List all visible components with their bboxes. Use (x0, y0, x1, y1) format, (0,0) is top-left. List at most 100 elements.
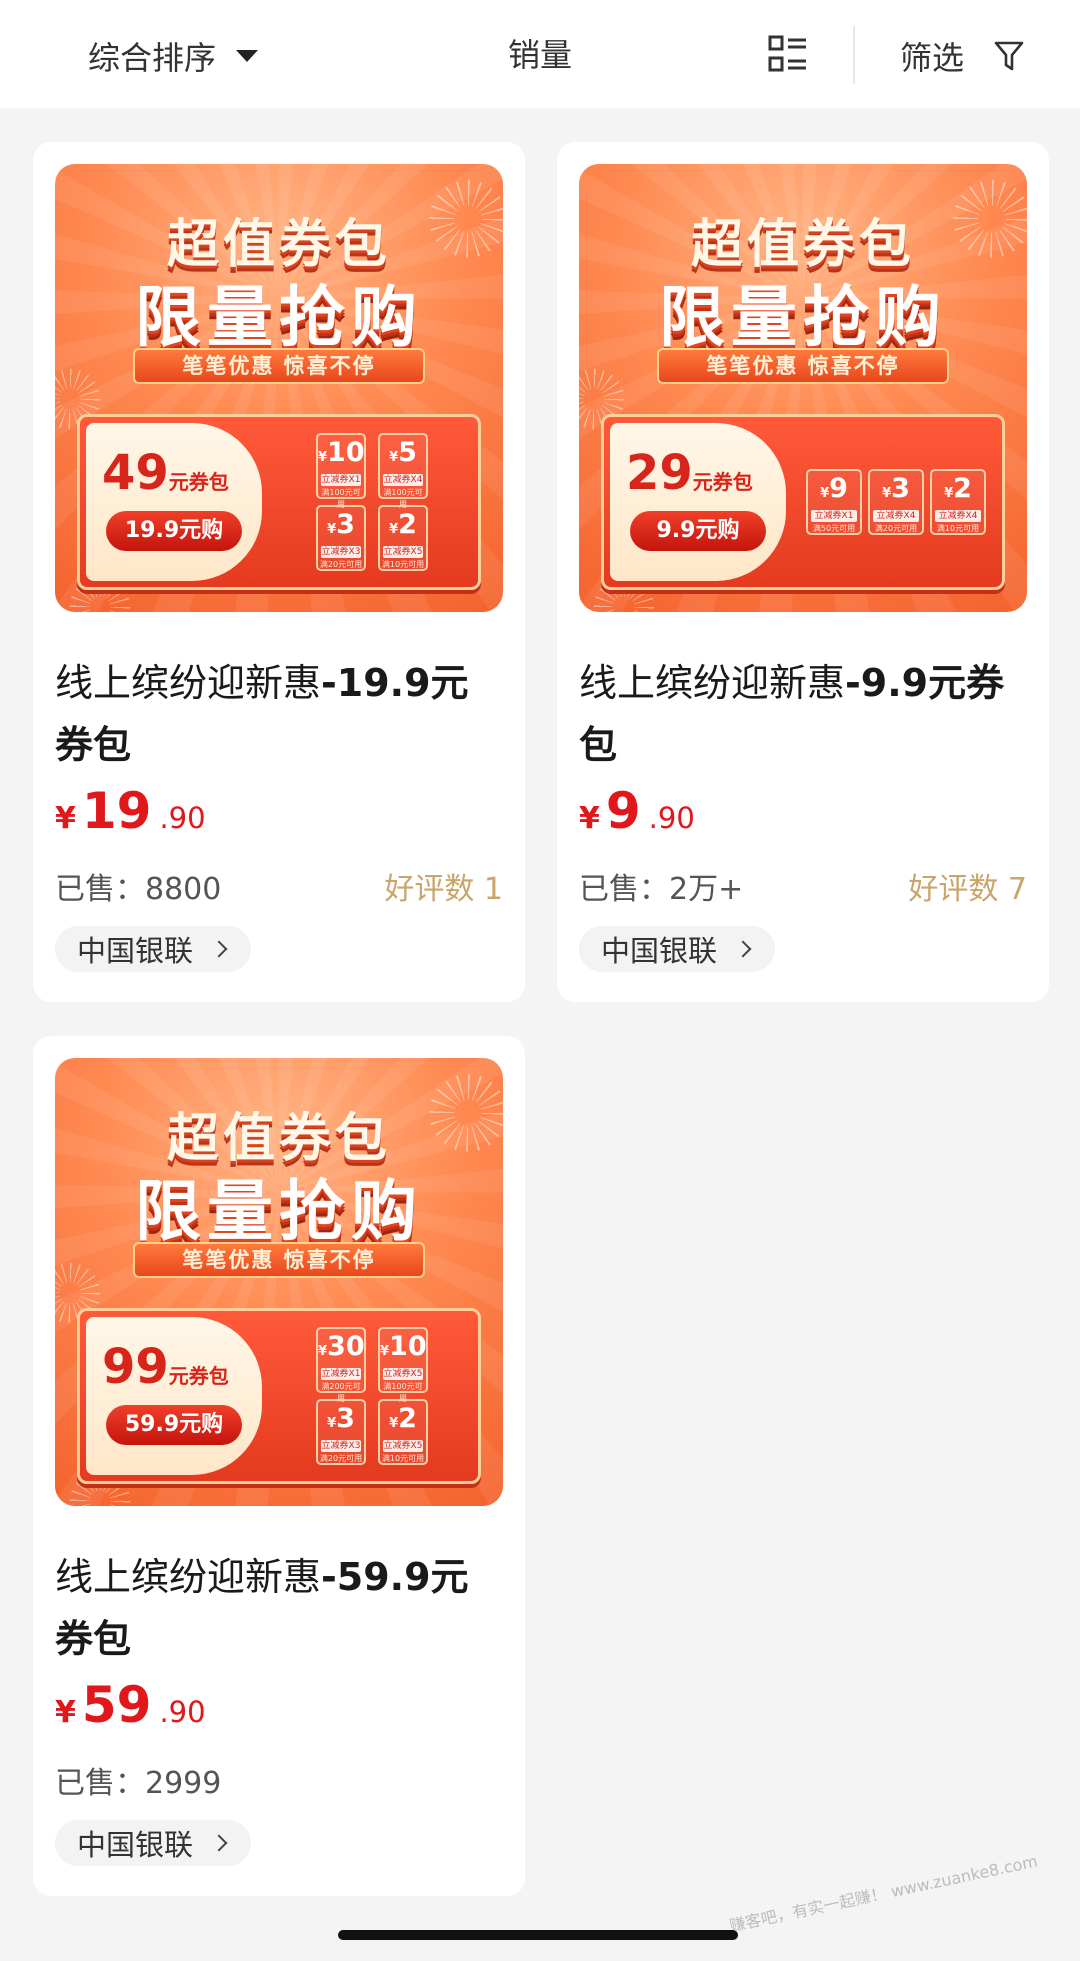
tile-value: 10 (389, 1331, 427, 1362)
product-image: 超值券包 限量抢购 笔笔优惠 惊喜不停 99元券包 59.9元购 ¥30 立减券… (55, 1058, 503, 1506)
funnel-icon (994, 41, 1024, 71)
bundle-face-value: 99元券包 (102, 1339, 229, 1395)
price-currency: ¥ (579, 801, 600, 836)
product-card[interactable]: 超值券包 限量抢购 笔笔优惠 惊喜不停 29元券包 9.9元购 ¥9 立减券X1… (557, 142, 1049, 1002)
tile-kind: 立减券X4 (383, 474, 423, 486)
price-decimal: .90 (159, 801, 206, 835)
poster-headline-main: 限量抢购 (135, 1173, 423, 1250)
home-indicator[interactable] (338, 1930, 738, 1940)
product-image: 超值券包 限量抢购 笔笔优惠 惊喜不停 29元券包 9.9元购 ¥9 立减券X1… (579, 164, 1027, 612)
watermark: 赚客吧，有实一起赚！ www.zuanke8.com (727, 1851, 1039, 1936)
tile-currency: ¥ (327, 522, 337, 537)
price-integer: 59 (81, 1676, 152, 1734)
merchant-name: 中国银联 (77, 934, 194, 968)
review-count: 好评数 1 (384, 872, 503, 907)
tile-kind: 立减券X4 (873, 510, 919, 522)
tile-kind: 立减券X4 (935, 510, 981, 522)
tile-value: 10 (327, 437, 365, 468)
tile-currency: ¥ (380, 1344, 390, 1359)
coupon-tiles: ¥9 立减券X1 满50元可用 ¥3 立减券X4 满20元可用 ¥2 立减券X4… (796, 427, 996, 577)
merchant-name: 中国银联 (601, 934, 718, 968)
tile-kind: 立减券X5 (383, 546, 423, 558)
product-title-text: 线上缤纷迎新惠 (579, 661, 846, 705)
product-title: 线上缤纷迎新惠-9.9元券包 (579, 652, 1029, 776)
sold-count: 已售：2万+ (579, 872, 744, 907)
bundle-face-value: 49元券包 (102, 445, 229, 501)
bundle-value-block: 29元券包 9.9元购 (610, 423, 786, 581)
toolbar-divider (853, 26, 855, 84)
price-decimal: .90 (159, 1695, 206, 1729)
price-decimal: .90 (648, 801, 695, 835)
filter-bar: 综合排序 销量 筛选 (0, 0, 1080, 108)
tile-kind: 立减券X3 (321, 546, 361, 558)
chevron-right-icon (210, 1834, 228, 1852)
coupon-panel: 49元券包 19.9元购 ¥10 立减券X1 满100元可用 ¥5 立减券X4 … (77, 414, 481, 590)
coupon-tile: ¥3 立减券X4 满20元可用 (868, 469, 924, 535)
sort-dropdown[interactable]: 综合排序 (88, 32, 259, 80)
product-card[interactable]: 超值券包 限量抢购 笔笔优惠 惊喜不停 49元券包 19.9元购 ¥10 立减券… (33, 142, 525, 1002)
filter-button[interactable]: 筛选 (900, 32, 1024, 80)
chevron-right-icon (210, 940, 228, 958)
sales-sort-tab[interactable]: 销量 (508, 30, 572, 76)
face-value-suffix: 元券包 (692, 470, 753, 494)
grid-list-icon[interactable] (768, 34, 808, 74)
face-value-number: 99 (102, 1339, 169, 1395)
bundle-value-block: 49元券包 19.9元购 (86, 423, 262, 581)
face-value-number: 49 (102, 445, 169, 501)
poster-ribbon: 笔笔优惠 惊喜不停 (657, 348, 949, 384)
merchant-tag[interactable]: 中国银联 (55, 926, 252, 972)
sold-count: 已售：8800 (55, 872, 222, 907)
merchant-tag[interactable]: 中国银联 (55, 1820, 252, 1866)
coupon-tile: ¥10 立减券X5 满100元可用 (378, 1327, 428, 1403)
product-title-text: 线上缤纷迎新惠 (55, 661, 322, 705)
tile-kind: 立减券X1 (321, 474, 361, 486)
price-currency: ¥ (55, 1695, 76, 1730)
product-price: ¥59.90 (55, 1676, 206, 1734)
tile-condition: 满10元可用 (381, 560, 425, 569)
tile-condition: 满10元可用 (381, 1454, 425, 1463)
coupon-panel: 99元券包 59.9元购 ¥30 立减券X1 满200元可用 ¥10 立减券X5… (77, 1308, 481, 1484)
product-price: ¥9.90 (579, 782, 695, 840)
tile-condition: 满20元可用 (319, 560, 363, 569)
chevron-right-icon (734, 940, 752, 958)
product-title-text: 线上缤纷迎新惠 (55, 1555, 322, 1599)
face-value-number: 29 (626, 445, 693, 501)
tile-condition: 满20元可用 (874, 524, 918, 533)
tile-currency: ¥ (389, 450, 399, 465)
tile-value: 2 (398, 509, 417, 540)
tile-currency: ¥ (389, 522, 399, 537)
tile-value: 9 (829, 473, 848, 504)
tile-kind: 立减券X1 (811, 510, 857, 522)
tile-condition: 满50元可用 (812, 524, 856, 533)
coupon-panel: 29元券包 9.9元购 ¥9 立减券X1 满50元可用 ¥3 立减券X4 满20… (601, 414, 1005, 590)
coupon-tile: ¥2 立减券X4 满10元可用 (930, 469, 986, 535)
face-value-suffix: 元券包 (168, 470, 229, 494)
product-title: 线上缤纷迎新惠-59.9元券包 (55, 1546, 505, 1670)
review-count: 好评数 7 (908, 872, 1027, 907)
tile-value: 3 (891, 473, 910, 504)
bundle-buy-price: 9.9元购 (630, 511, 766, 551)
coupon-tiles: ¥30 立减券X1 满200元可用 ¥10 立减券X5 满100元可用 ¥3 立… (272, 1321, 472, 1471)
caret-down-icon (236, 50, 259, 62)
tile-condition: 满20元可用 (319, 1454, 363, 1463)
tile-kind: 立减券X1 (321, 1368, 361, 1380)
product-card[interactable]: 超值券包 限量抢购 笔笔优惠 惊喜不停 99元券包 59.9元购 ¥30 立减券… (33, 1036, 525, 1896)
merchant-tag[interactable]: 中国银联 (579, 926, 776, 972)
tile-kind: 立减券X5 (383, 1440, 423, 1452)
product-price: ¥19.90 (55, 782, 206, 840)
tile-kind: 立减券X5 (383, 1368, 423, 1380)
coupon-tile: ¥10 立减券X1 满100元可用 (316, 433, 366, 509)
bundle-value-block: 99元券包 59.9元购 (86, 1317, 262, 1475)
tile-value: 2 (953, 473, 972, 504)
face-value-suffix: 元券包 (168, 1364, 229, 1388)
sold-count: 已售：2999 (55, 1766, 222, 1801)
price-integer: 9 (605, 782, 641, 840)
product-image: 超值券包 限量抢购 笔笔优惠 惊喜不停 49元券包 19.9元购 ¥10 立减券… (55, 164, 503, 612)
tile-currency: ¥ (882, 486, 892, 501)
sort-label: 综合排序 (88, 39, 217, 77)
filter-label: 筛选 (900, 39, 965, 77)
tile-value: 3 (336, 1403, 355, 1434)
poster-headline-main: 限量抢购 (659, 279, 947, 356)
price-currency: ¥ (55, 801, 76, 836)
tile-currency: ¥ (389, 1416, 399, 1431)
